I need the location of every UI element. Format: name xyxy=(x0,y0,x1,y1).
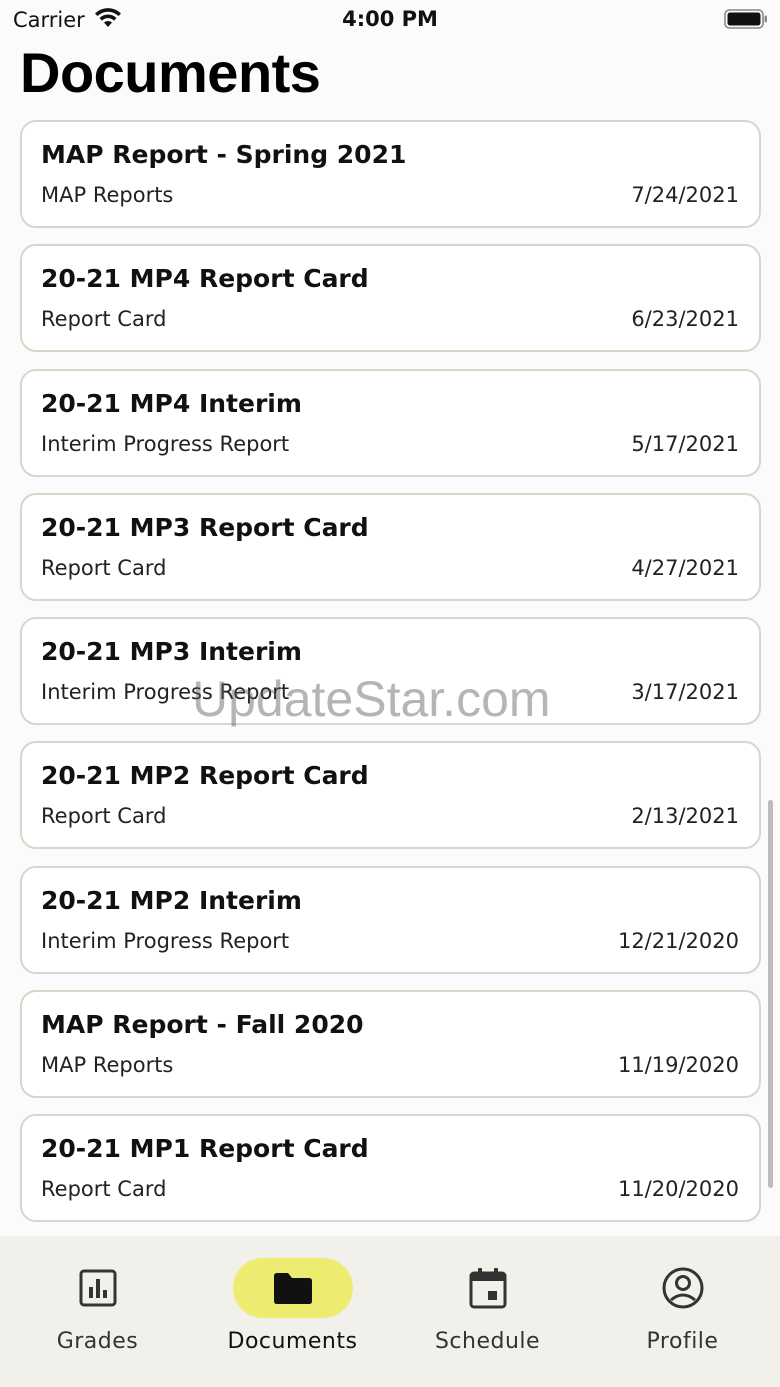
tab-label: Grades xyxy=(56,1329,139,1354)
document-title: 20-21 MP1 Report Card xyxy=(41,1134,369,1164)
tab-bar: Grades Documents Schedule Profile xyxy=(0,1236,780,1387)
scrollbar[interactable] xyxy=(768,800,773,1188)
document-card[interactable]: 20-21 MP3 Report Card Report Card 4/27/2… xyxy=(20,492,761,601)
document-type: Report Card xyxy=(41,1177,167,1202)
document-type: MAP Reports xyxy=(41,183,174,207)
document-card[interactable]: MAP Report - Fall 2020 MAP Reports 11/19… xyxy=(20,990,761,1099)
document-title: 20-21 MP3 Interim xyxy=(41,637,302,667)
profile-icon xyxy=(662,1267,703,1309)
document-type: Interim Progress Report xyxy=(41,431,290,456)
document-date: 11/20/2020 xyxy=(617,1177,739,1202)
document-title: MAP Report - Fall 2020 xyxy=(41,1010,364,1040)
document-title: 20-21 MP4 Report Card xyxy=(41,264,369,294)
document-date: 11/19/2020 xyxy=(617,1053,739,1078)
document-card[interactable]: 20-21 MP4 Report Card Report Card 6/23/2… xyxy=(20,244,761,353)
document-title: 20-21 MP2 Interim xyxy=(41,885,302,915)
battery-icon xyxy=(724,9,767,29)
status-bar: Carrier 4:00 PM xyxy=(0,0,780,42)
document-date: 3/17/2021 xyxy=(631,680,739,705)
document-title: 20-21 MP3 Report Card xyxy=(41,512,369,542)
document-card[interactable]: 20-21 MP1 Report Card Report Card 11/20/… xyxy=(20,1114,761,1223)
document-date: 6/23/2021 xyxy=(631,307,739,332)
tab-label: Documents xyxy=(227,1329,358,1354)
document-date: 2/13/2021 xyxy=(631,804,739,829)
document-card[interactable]: MAP Report - Spring 2021 MAP Reports 7/2… xyxy=(20,120,761,228)
tab-profile[interactable]: Profile xyxy=(585,1236,780,1387)
watermark: UpdateStar.com xyxy=(192,671,551,727)
document-date: 4/27/2021 xyxy=(631,555,739,580)
document-type: Report Card xyxy=(41,307,167,332)
document-card[interactable]: 20-21 MP4 Interim Interim Progress Repor… xyxy=(20,368,761,477)
chart-icon xyxy=(79,1269,116,1307)
clock: 4:00 PM xyxy=(342,7,438,31)
calendar-icon xyxy=(469,1268,506,1309)
tab-documents[interactable]: Documents xyxy=(195,1236,390,1387)
document-title: 20-21 MP4 Interim xyxy=(41,388,302,418)
page-title: Documents xyxy=(20,41,321,104)
document-date: 7/24/2021 xyxy=(631,183,739,207)
document-date: 12/21/2020 xyxy=(617,928,739,953)
tab-label: Profile xyxy=(646,1329,719,1354)
document-card[interactable]: 20-21 MP2 Report Card Report Card 2/13/2… xyxy=(20,741,761,850)
tab-schedule[interactable]: Schedule xyxy=(390,1236,585,1387)
document-date: 5/17/2021 xyxy=(631,431,739,456)
tab-grades[interactable]: Grades xyxy=(0,1236,195,1387)
document-type: MAP Reports xyxy=(41,1053,174,1078)
document-title: MAP Report - Spring 2021 xyxy=(41,140,407,169)
document-title: 20-21 MP2 Report Card xyxy=(41,761,369,791)
document-type: Interim Progress Report xyxy=(41,928,290,953)
document-type: Report Card xyxy=(41,804,167,829)
document-type: Report Card xyxy=(41,555,167,580)
document-card[interactable]: 20-21 MP2 Interim Interim Progress Repor… xyxy=(20,865,761,974)
folder-icon xyxy=(273,1273,312,1304)
tab-label: Schedule xyxy=(434,1329,541,1354)
